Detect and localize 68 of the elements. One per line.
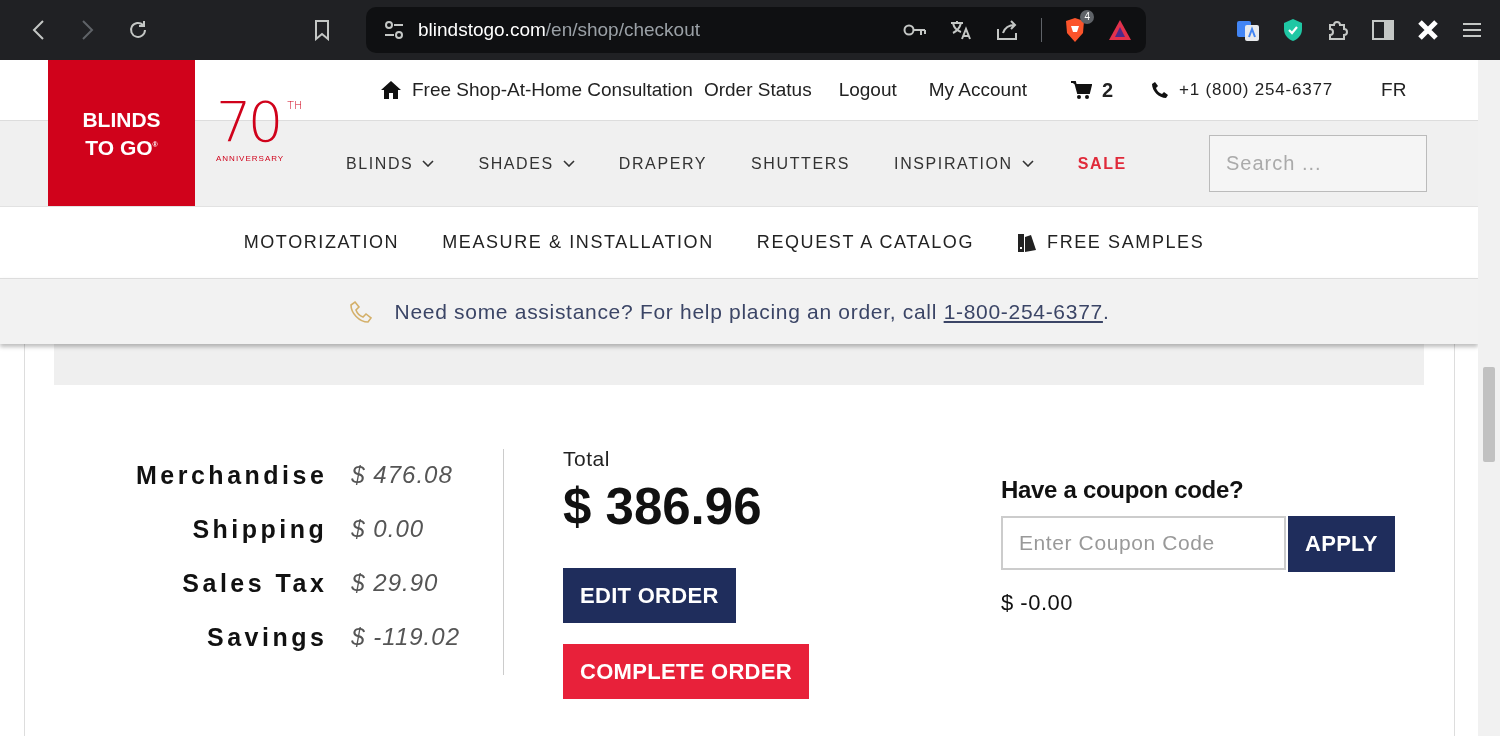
menu-icon[interactable] (1462, 22, 1482, 38)
extension-badge: 4 (1080, 10, 1094, 24)
lion-shield-icon[interactable] (1064, 17, 1086, 43)
puzzle-icon[interactable] (1326, 18, 1350, 42)
header-link[interactable]: FR (1381, 79, 1407, 101)
site-settings-icon[interactable] (384, 21, 404, 39)
nav-menu-item[interactable]: BLINDS (346, 154, 435, 173)
summary-label: Shipping (191, 514, 328, 545)
forward-icon[interactable] (81, 19, 95, 41)
url-text: blindstogo.com/en/shop/checkout (418, 19, 700, 41)
translate-icon[interactable] (949, 18, 973, 42)
edit-order-button[interactable]: EDIT ORDER (563, 568, 736, 623)
summary-amount: $ 29.90 (351, 568, 440, 598)
nav-menu-item[interactable]: INSPIRATION (894, 154, 1034, 173)
anniversary-suffix: TH (287, 100, 303, 112)
anniversary-label: ANNIVERSARY (216, 154, 286, 163)
summary-label: Merchandise (136, 460, 328, 491)
cart-link[interactable]: 2 (1070, 78, 1114, 102)
address-bar[interactable]: blindstogo.com/en/shop/checkout 4 (366, 7, 1146, 53)
sub-nav-link[interactable]: FREE SAMPLES (1017, 232, 1205, 253)
phone-link[interactable]: 1-800-254-6377 (943, 299, 1103, 323)
sub-nav-link[interactable]: MEASURE & INSTALLATION (442, 232, 714, 253)
bookmark-icon[interactable] (314, 19, 330, 41)
header-link[interactable]: Logout (838, 79, 897, 101)
nav-menu-item[interactable]: SALE (1077, 154, 1127, 173)
triangle-icon[interactable] (1108, 19, 1132, 41)
search-field[interactable]: Search ... (1209, 135, 1427, 192)
key-icon[interactable] (903, 23, 927, 37)
chevron-down-icon (422, 160, 435, 167)
summary-label: Sales Tax (181, 568, 328, 599)
chevron-down-icon (1021, 160, 1034, 167)
coupon-discount: $ -0.00 (1001, 590, 1074, 616)
swatch-icon (1017, 232, 1038, 253)
summary-amount: $ -119.02 (351, 622, 460, 652)
shield-icon[interactable] (1282, 18, 1304, 42)
total-label: Total (563, 447, 610, 471)
header-link[interactable]: My Account (928, 79, 1027, 101)
coupon-heading: Have a coupon code? (1001, 476, 1245, 504)
summary-amount: $ 476.08 (351, 460, 454, 490)
share-icon[interactable] (995, 19, 1019, 41)
cart-icon (1070, 80, 1092, 100)
total-amount: $ 386.96 (563, 477, 762, 536)
scrollbar-thumb[interactable] (1483, 367, 1495, 462)
translate-extension-icon[interactable] (1236, 18, 1260, 42)
sub-nav-link[interactable]: REQUEST A CATALOG (756, 232, 975, 253)
chevron-down-icon (562, 160, 575, 167)
sub-nav-link[interactable]: MOTORIZATION (243, 232, 400, 253)
back-icon[interactable] (31, 19, 45, 41)
brand-logo[interactable]: BLINDS TO GO$^{®}$ (48, 60, 195, 206)
cross-icon[interactable] (1416, 18, 1440, 42)
complete-order-button[interactable]: COMPLETE ORDER (563, 644, 809, 699)
phone-link[interactable]: +1 (800) 254-6377 (1151, 80, 1334, 100)
nav-menu-item[interactable]: SHADES (478, 154, 575, 173)
phone-outline-icon (348, 299, 373, 324)
home-icon (380, 80, 402, 100)
phone-icon (1151, 81, 1170, 99)
summary-label: Savings (205, 622, 328, 653)
summary-amount: $ 0.00 (351, 514, 426, 544)
anniversary-number: 70 (216, 96, 280, 148)
apply-button[interactable]: APPLY (1288, 516, 1395, 572)
home-link[interactable]: Free Shop-At-Home Consultation (380, 79, 693, 101)
sidebar-icon[interactable] (1372, 20, 1394, 40)
nav-menu-item[interactable]: DRAPERY (618, 154, 708, 173)
nav-menu-item[interactable]: SHUTTERS (751, 154, 851, 173)
reload-icon[interactable] (127, 19, 149, 41)
help-message: Need some assistance? For help placing an order, call 1-800-254-6377. (394, 299, 1110, 324)
header-link[interactable]: Order Status (703, 79, 812, 101)
coupon-code-field[interactable]: Enter Coupon Code (1001, 516, 1286, 570)
